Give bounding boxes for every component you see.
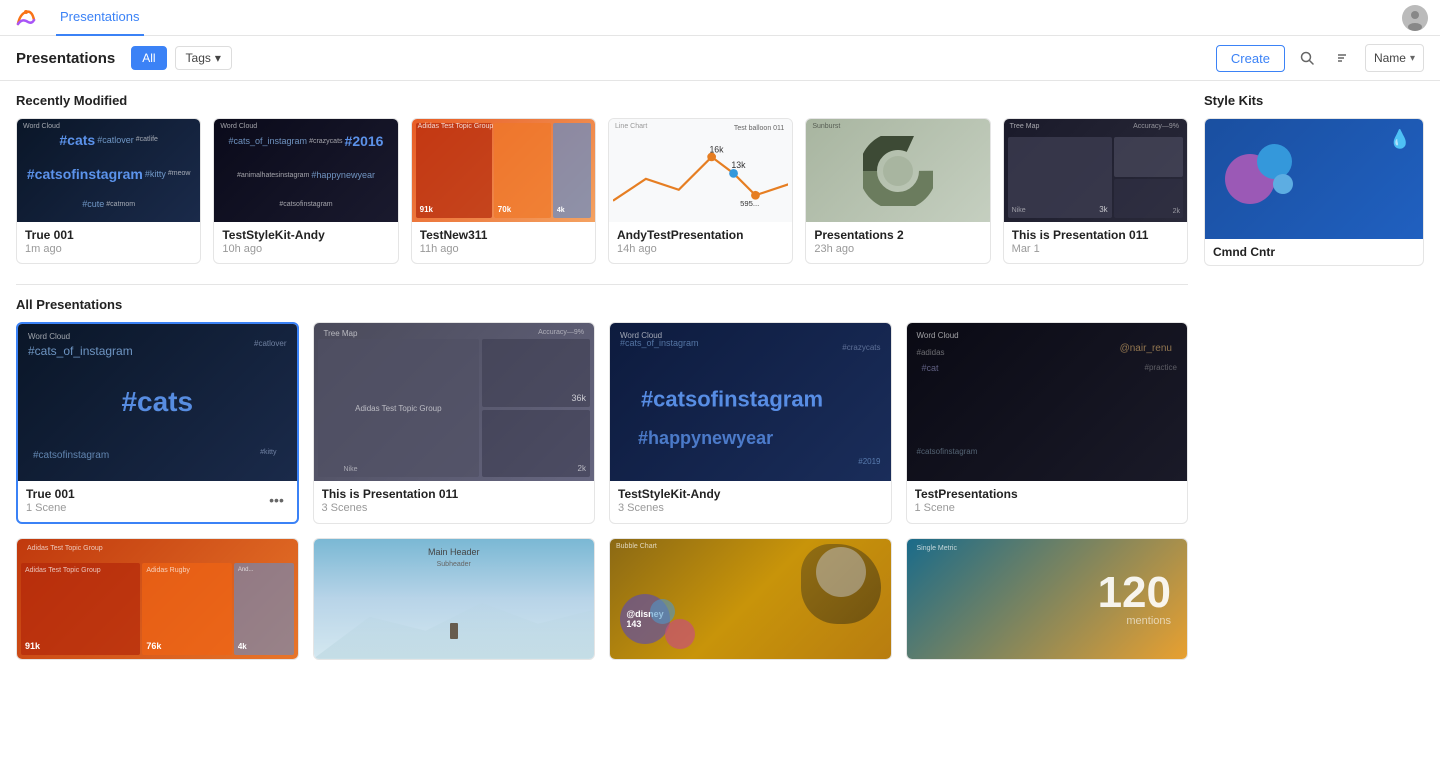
- logo[interactable]: [12, 4, 40, 32]
- all-presentations-title: All Presentations: [16, 297, 1188, 312]
- recently-modified-title: Recently Modified: [16, 93, 1188, 108]
- style-kit-name: Cmnd Cntr: [1213, 245, 1415, 259]
- nav-right: [1402, 5, 1428, 31]
- all-card-0-1[interactable]: Adidas Test Topic Group 36k 2k Tree Map …: [313, 322, 596, 524]
- sidebar-right: Style Kits 💧 Cmnd Cntr: [1204, 93, 1424, 674]
- style-kits-title: Style Kits: [1204, 93, 1424, 108]
- toolbar-title: Presentations: [16, 50, 115, 67]
- nav-tab-presentations[interactable]: Presentations: [56, 0, 144, 36]
- recent-card-0[interactable]: #cats #catlover #catlife #catsofinstagra…: [16, 118, 201, 264]
- droplet-icon: 💧: [1389, 129, 1411, 150]
- all-presentations-row-1: Adidas Test Topic Group 91k Adidas Rugby…: [16, 538, 1188, 660]
- all-card-0-2[interactable]: #catsofinstagram #happynewyear #cats_of_…: [609, 322, 892, 524]
- all-card-1-2[interactable]: Bubble Chart @disney143: [609, 538, 892, 660]
- recent-card-3[interactable]: Line Chart Test balloon 011 16k 13k 595.…: [608, 118, 793, 264]
- user-avatar[interactable]: [1402, 5, 1428, 31]
- all-presentations-row-0: #cats #cats_of_instagram #catlover #cats…: [16, 322, 1188, 524]
- svg-text:13k: 13k: [731, 160, 746, 170]
- recently-modified-grid: #cats #catlover #catlife #catsofinstagra…: [16, 118, 1188, 264]
- toolbar: Presentations All Tags ▾ Create Name ▾: [0, 36, 1440, 81]
- toolbar-right: Create Name ▾: [1216, 44, 1424, 72]
- create-button[interactable]: Create: [1216, 45, 1285, 72]
- content-area: Recently Modified #cats #catlover #catli…: [16, 93, 1188, 674]
- recent-card-1[interactable]: #cats_of_instagram #crazycats #2016 #ani…: [213, 118, 398, 264]
- style-kit-cmnd-cntr[interactable]: 💧 Cmnd Cntr: [1204, 118, 1424, 266]
- sort-icon[interactable]: [1329, 44, 1357, 72]
- all-card-1-3[interactable]: Single Metric 120 mentions: [906, 538, 1189, 660]
- all-card-0-0[interactable]: #cats #cats_of_instagram #catlover #cats…: [16, 322, 299, 524]
- recent-card-4[interactable]: Sunburst Presentations 2 23h ago: [805, 118, 990, 264]
- svg-text:16k: 16k: [709, 145, 724, 155]
- sort-selector[interactable]: Name ▾: [1365, 44, 1424, 72]
- recent-card-5[interactable]: Tree Map Accuracy—9% 3k 2k Nike This is …: [1003, 118, 1188, 264]
- all-card-1-1[interactable]: Main Header Subheader: [313, 538, 596, 660]
- more-options-button-0-0[interactable]: •••: [265, 488, 289, 512]
- all-card-0-3[interactable]: @nair_renu #adidas #cat #practice #catso…: [906, 322, 1189, 524]
- svg-text:595...: 595...: [740, 199, 759, 208]
- all-card-1-0[interactable]: Adidas Test Topic Group 91k Adidas Rugby…: [16, 538, 299, 660]
- filter-all-button[interactable]: All: [131, 46, 166, 70]
- bubble-small: [1273, 174, 1293, 194]
- top-nav: Presentations: [0, 0, 1440, 36]
- search-icon[interactable]: [1293, 44, 1321, 72]
- filter-tags-button[interactable]: Tags ▾: [175, 46, 232, 70]
- main-content: Recently Modified #cats #catlover #catli…: [0, 81, 1440, 686]
- recent-card-2[interactable]: 91k 70k 4k Adidas Test Topic Group TestN…: [411, 118, 596, 264]
